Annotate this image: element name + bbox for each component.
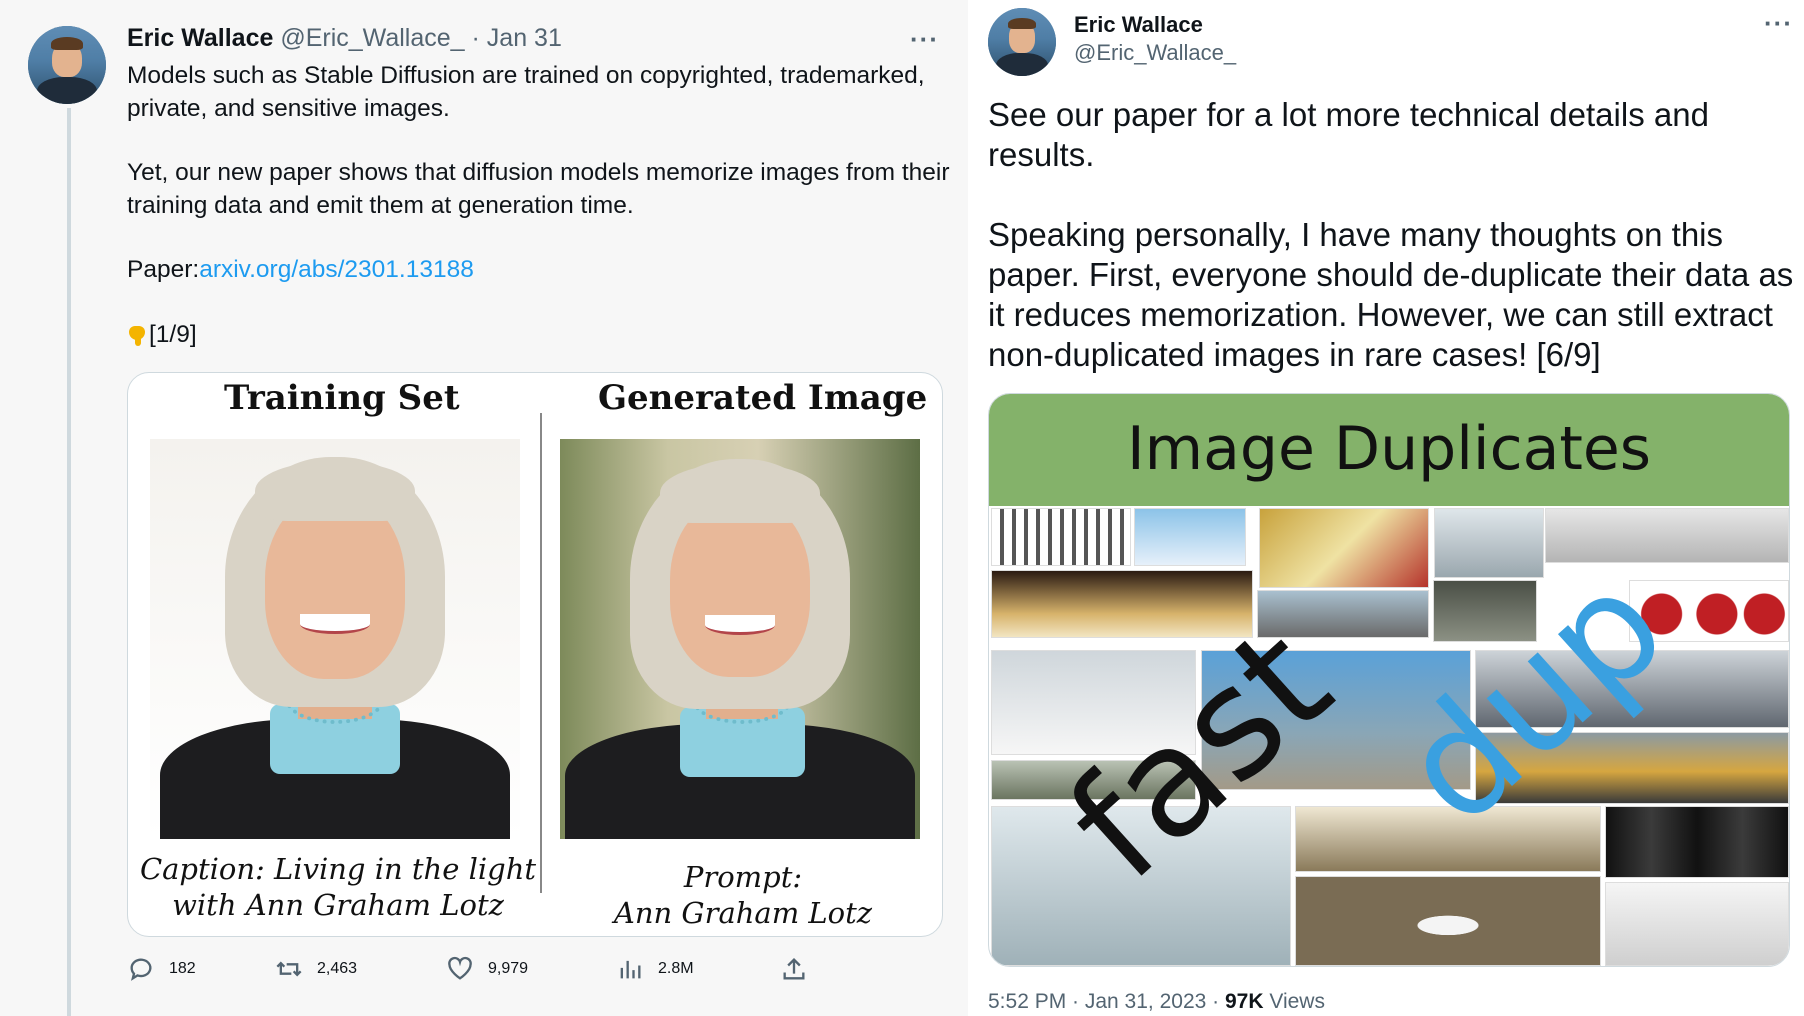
caption-line: with Ann Graham Lotz: [172, 888, 504, 922]
duplicate-tile-image: [1257, 590, 1429, 638]
banner-title: Image Duplicates: [1126, 414, 1652, 484]
pointing-down-icon: [127, 322, 149, 346]
avatar[interactable]: [28, 26, 106, 104]
tweet-counter-line: [1/9]: [127, 319, 957, 352]
tweet-text: See our paper for a lot more technical d…: [988, 95, 1794, 375]
divider: [540, 413, 542, 893]
thread-line: [67, 108, 71, 1016]
like-icon: [448, 956, 472, 980]
training-caption: Caption: Living in the light with Ann Gr…: [138, 851, 538, 923]
duplicate-tile-image: [1134, 508, 1246, 566]
avatar[interactable]: [988, 8, 1056, 76]
tweet-media[interactable]: Image Duplicates fast dup: [988, 393, 1790, 967]
author-name[interactable]: Eric Wallace: [1074, 12, 1203, 38]
tweet-paper-line: Paper:arxiv.org/abs/2301.13188: [127, 254, 957, 287]
duplicate-tile-image: [1605, 806, 1789, 878]
tweet-media[interactable]: Training Set Generated Image Caption: Li…: [127, 372, 943, 937]
caption-line: Ann Graham Lotz: [613, 896, 873, 930]
tweet-footer: 5:52 PM · Jan 31, 2023 · 97K Views: [988, 990, 1325, 1014]
author-handle[interactable]: @Eric_Wallace_: [280, 24, 464, 52]
author-name[interactable]: Eric Wallace: [127, 24, 273, 52]
thread-counter: [1/9]: [149, 320, 197, 348]
retweet-icon: [276, 961, 302, 977]
duplicate-tile-image: [1434, 508, 1544, 578]
training-set-title: Training Set: [224, 378, 460, 418]
more-options-icon[interactable]: ···: [1764, 8, 1793, 39]
duplicate-tile-image: [1259, 508, 1429, 588]
duplicate-tile-image: [1605, 882, 1789, 966]
tweet-paragraph: Speaking personally, I have many thought…: [988, 216, 1794, 373]
tweet-header: Eric Wallace @Eric_Wallace_ · Jan 31: [127, 24, 562, 53]
views-count: 97K: [1224, 990, 1264, 1013]
share-icon: [783, 958, 805, 980]
left-tweet: Eric Wallace @Eric_Wallace_ · Jan 31 ···…: [0, 0, 968, 1016]
views-label: Views: [1263, 990, 1325, 1013]
share-button[interactable]: [780, 955, 808, 983]
duplicate-tile-image: [991, 508, 1131, 566]
tweet-date[interactable]: · Jan 31: [472, 24, 562, 52]
training-portrait-image: [150, 439, 520, 839]
tweet-paragraph: See our paper for a lot more technical d…: [988, 96, 1709, 173]
views-icon: [620, 960, 641, 979]
like-count: 9,979: [488, 960, 529, 977]
tweet-paragraph: Yet, our new paper shows that diffusion …: [127, 159, 950, 219]
duplicate-tile-image: [1295, 876, 1601, 966]
tweet-paragraph: Models such as Stable Diffusion are trai…: [127, 62, 925, 122]
right-tweet: Eric Wallace @Eric_Wallace_ ··· See our …: [968, 0, 1804, 1016]
caption-line: Caption: Living in the light: [139, 852, 537, 886]
retweet-count: 2,463: [317, 960, 358, 977]
author-handle[interactable]: @Eric_Wallace_: [1074, 40, 1236, 66]
tweet-timestamp[interactable]: 5:52 PM · Jan 31, 2023 ·: [988, 990, 1225, 1013]
caption-line: Prompt:: [683, 860, 803, 894]
generated-image-title: Generated Image: [598, 378, 928, 418]
paper-link[interactable]: arxiv.org/abs/2301.13188: [199, 256, 474, 283]
more-options-icon[interactable]: ···: [910, 24, 939, 55]
generated-caption: Prompt: Ann Graham Lotz: [548, 859, 938, 931]
like-button[interactable]: 9,979: [446, 955, 528, 983]
reply-count: 182: [169, 960, 196, 977]
views-count: 2.8M: [658, 960, 694, 977]
generated-portrait-image: [560, 439, 920, 839]
tweet-text: Models such as Stable Diffusion are trai…: [127, 60, 957, 351]
reply-button[interactable]: 182: [127, 955, 196, 983]
paper-label: Paper:: [127, 256, 200, 283]
views-button[interactable]: 2.8M: [616, 955, 694, 983]
reply-icon: [130, 958, 152, 981]
retweet-button[interactable]: 2,463: [275, 955, 357, 983]
